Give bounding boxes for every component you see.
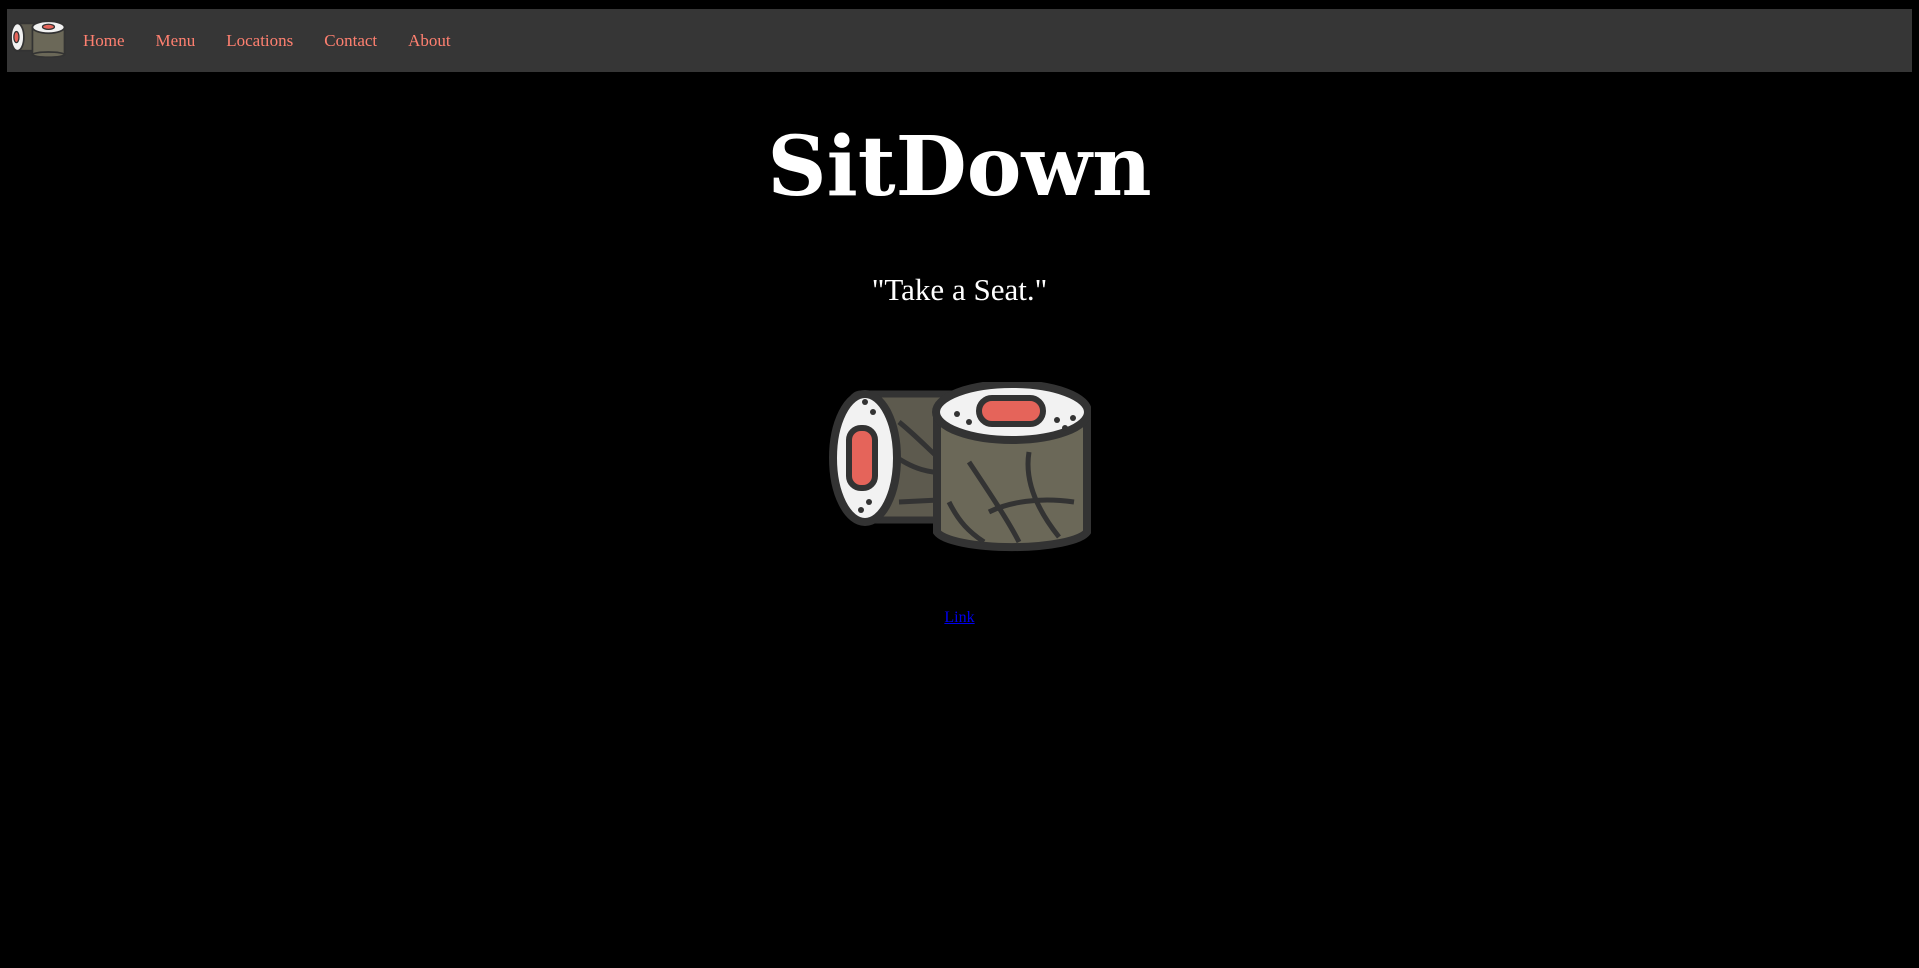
- page-title: SitDown: [767, 119, 1152, 215]
- nav-contact-link[interactable]: Contact: [324, 31, 377, 51]
- link-row: Link: [0, 609, 1919, 627]
- sushi-roll-icon: [829, 382, 1091, 552]
- nav-locations-link[interactable]: Locations: [226, 31, 293, 51]
- nav-links: Home Menu Locations Contact About: [83, 31, 482, 51]
- nav-menu-link[interactable]: Menu: [156, 31, 196, 51]
- nav-about-link[interactable]: About: [408, 31, 451, 51]
- hero-link[interactable]: Link: [944, 609, 974, 626]
- navbar: Home Menu Locations Contact About: [7, 9, 1912, 72]
- nav-home-link[interactable]: Home: [83, 31, 125, 51]
- sushi-roll-icon[interactable]: [10, 18, 66, 60]
- tagline: "Take a Seat.": [871, 272, 1048, 307]
